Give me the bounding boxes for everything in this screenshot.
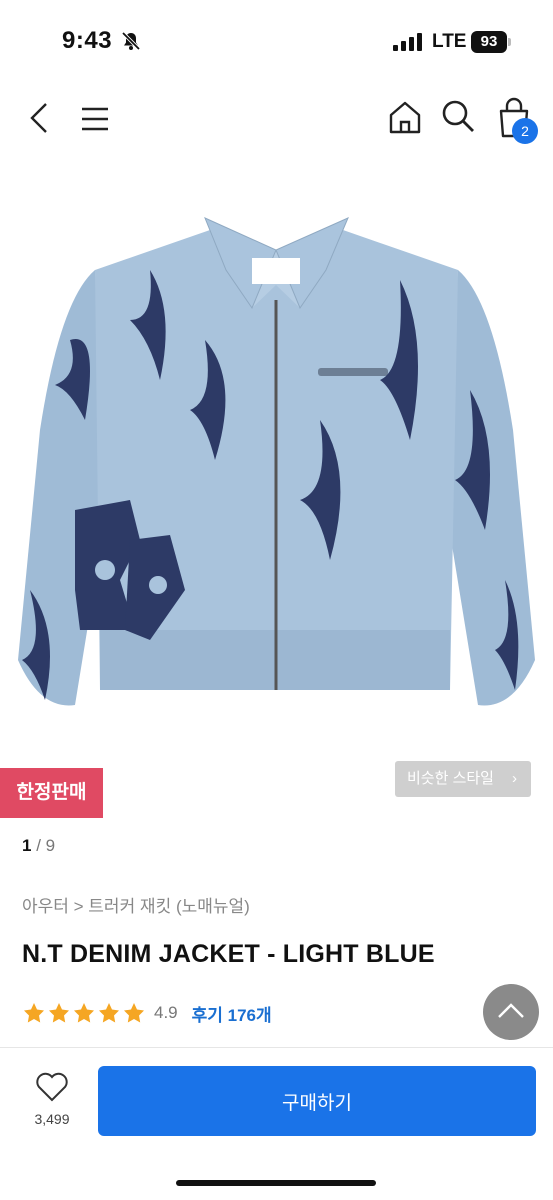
- search-icon: [442, 100, 474, 132]
- like-button[interactable]: 3,499: [22, 1072, 82, 1132]
- star-icon: [49, 1003, 69, 1023]
- heart-icon: [36, 1072, 68, 1102]
- image-total: / 9: [36, 836, 56, 855]
- star-icon: [74, 1003, 94, 1023]
- top-nav: [0, 90, 553, 150]
- chevron-right-icon: ›: [512, 770, 517, 787]
- home-indicator: [176, 1180, 376, 1186]
- similar-style-button[interactable]: 비슷한 스타일 ›: [395, 761, 531, 797]
- rating-row: 4.9 후기 176개: [22, 1000, 272, 1026]
- network-type: LTE: [432, 31, 467, 52]
- chevron-up-icon: [498, 1003, 524, 1018]
- rating-score: 4.9: [154, 1003, 178, 1022]
- home-icon: [389, 101, 421, 134]
- cart-count-badge: 2: [512, 118, 538, 144]
- silent-bell-icon: [121, 31, 141, 51]
- like-count: 3,499: [34, 1111, 70, 1127]
- home-button[interactable]: [386, 98, 424, 136]
- status-time: 9:43: [62, 27, 113, 54]
- battery-level: 93: [471, 31, 507, 53]
- product-image[interactable]: [0, 190, 553, 750]
- status-bar: 9:43 LTE 93: [0, 0, 553, 80]
- divider: [0, 1047, 553, 1048]
- limited-sale-badge: 한정판매: [0, 768, 103, 818]
- back-button[interactable]: [22, 100, 58, 136]
- breadcrumb[interactable]: 아우터 > 트러커 재킷 (노매뉴얼): [22, 892, 250, 917]
- search-button[interactable]: [438, 96, 478, 136]
- review-count-link[interactable]: 후기 176개: [192, 1001, 272, 1026]
- image-page-indicator: 1 / 9: [22, 836, 55, 856]
- signal-icon: [393, 33, 422, 51]
- product-title: N.T DENIM JACKET - LIGHT BLUE: [22, 940, 435, 968]
- image-index: 1: [22, 836, 32, 855]
- menu-button[interactable]: [78, 102, 112, 136]
- battery-nub: [508, 38, 511, 46]
- scroll-to-top-button[interactable]: [483, 984, 539, 1040]
- star-icon: [124, 1003, 144, 1023]
- similar-style-label: 비슷한 스타일: [407, 770, 494, 787]
- star-rating: [22, 1001, 146, 1025]
- star-icon: [99, 1003, 119, 1023]
- hamburger-icon: [82, 107, 108, 131]
- chevron-left-icon: [30, 103, 47, 133]
- buy-button[interactable]: 구매하기: [98, 1066, 536, 1136]
- star-icon: [24, 1003, 44, 1023]
